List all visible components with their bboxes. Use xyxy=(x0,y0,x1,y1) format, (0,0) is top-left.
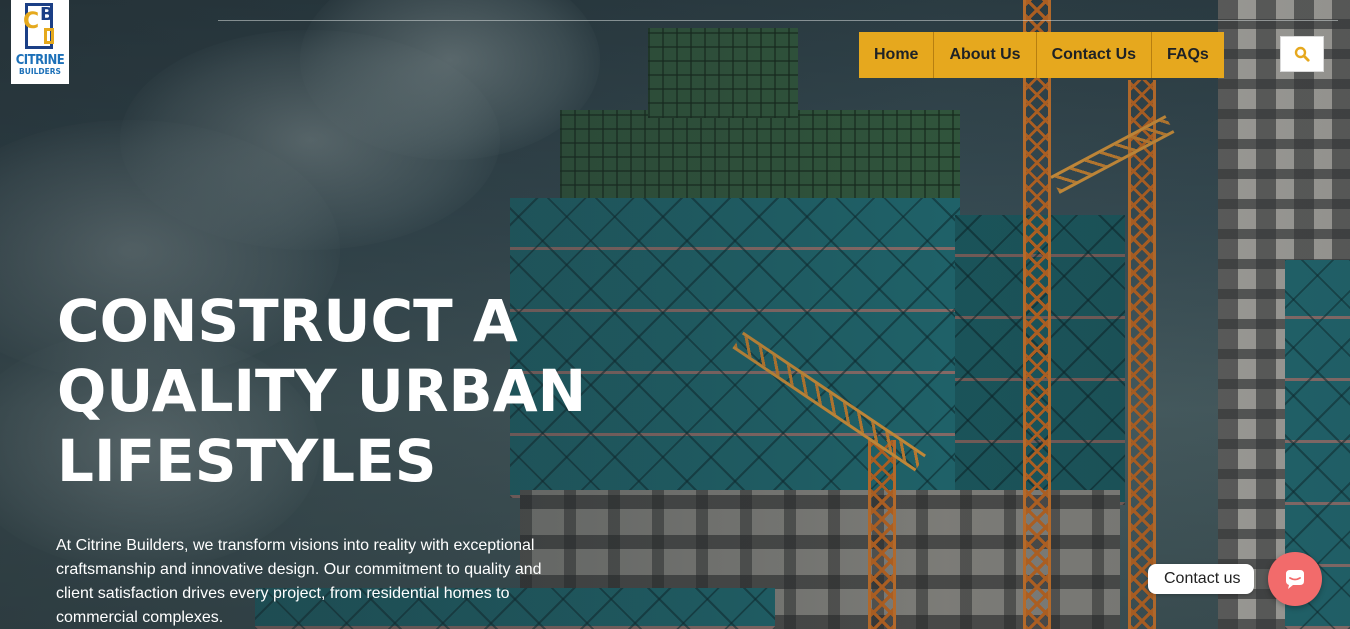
nav-item-about-us[interactable]: About Us xyxy=(934,32,1037,78)
nav-item-home[interactable]: Home xyxy=(859,32,935,78)
hero-headline-line: QUALITY URBAN xyxy=(57,357,587,425)
hero-headline-line: CONSTRUCT A xyxy=(57,287,518,355)
header-divider xyxy=(218,20,1338,21)
nav-item-faqs[interactable]: FAQs xyxy=(1152,32,1224,78)
main-nav: Home About Us Contact Us FAQs xyxy=(859,32,1224,78)
hero-headline-line: LIFESTYLES xyxy=(57,427,437,495)
logo-mark-icon: C B xyxy=(19,3,61,53)
search-icon xyxy=(1294,46,1310,62)
hero-headline: CONSTRUCT A QUALITY URBAN LIFESTYLES xyxy=(57,286,677,496)
hero-section: C B CITRINE BUILDERS Home About Us Conta… xyxy=(0,0,1350,629)
contact-us-label[interactable]: Contact us xyxy=(1148,564,1255,594)
contact-us-button[interactable] xyxy=(1268,552,1322,606)
logo-subtext: BUILDERS xyxy=(19,67,61,76)
hero-description: At Citrine Builders, we transform vision… xyxy=(56,537,542,626)
logo-wordmark: CITRINE xyxy=(15,53,65,68)
nav-item-contact-us[interactable]: Contact Us xyxy=(1037,32,1153,78)
site-logo[interactable]: C B CITRINE BUILDERS xyxy=(11,0,69,84)
chat-bubble-icon xyxy=(1286,570,1304,589)
search-button[interactable] xyxy=(1280,36,1324,72)
